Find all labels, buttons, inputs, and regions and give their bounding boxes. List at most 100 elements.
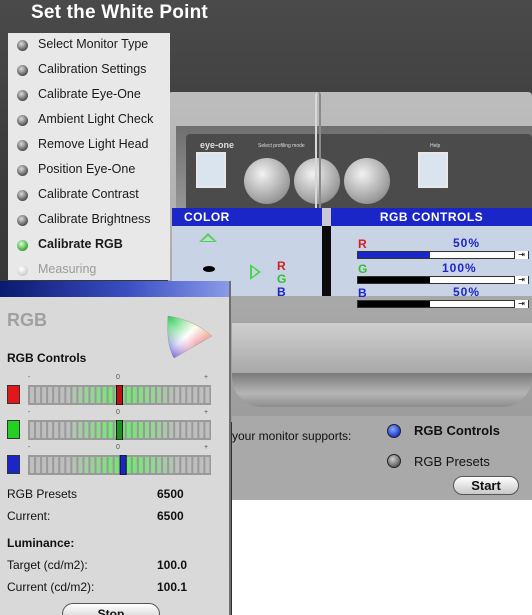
slider-segment [84,457,89,473]
slider-segment [205,422,210,438]
slider-segment [108,387,113,403]
slider-segment [205,457,210,473]
step-label: Select Monitor Type [38,37,149,51]
red-swatch [7,385,20,404]
screen-help-label: Help [430,143,441,149]
scale-mark: - [28,444,31,451]
slider-segment [84,422,89,438]
slider-segment [78,422,83,438]
slider-segment [187,387,192,403]
scale-mark: + [204,374,209,381]
step-item: Calibrate Eye-One [8,83,170,108]
rgb-window-titlebar[interactable] [0,281,229,297]
step-item: Position Eye-One [8,158,170,183]
slider-segment [145,387,149,403]
eye-one-cable [315,92,321,212]
step-item: Calibrate Brightness [8,208,170,233]
slider-segment [36,457,41,473]
slider-segment [60,422,65,438]
step-item: Remove Light Head [8,133,170,158]
arrow-right-icon: ⇥ [514,251,528,259]
slider-scale: - 0 + [28,444,211,453]
slider-segment [96,457,101,473]
slider-segment [54,387,59,403]
slider-segment [42,422,47,438]
slider-segment [102,387,107,403]
screen-mode-button [244,158,290,204]
selector-prompt: your monitor supports: [232,429,352,443]
slider-segment [30,457,34,473]
current-luminance-value: 100.1 [157,580,188,594]
rgb-presets-label: RGB Presets [7,487,78,501]
step-status-icon [17,240,28,251]
green-slider-thumb [116,420,123,440]
scale-mark: - [28,374,31,381]
rgb-control-label-b: B [358,286,367,300]
step-item: Calibrate RGB [8,233,170,258]
rgb-presets-radio[interactable] [387,454,401,468]
slider-segment [54,457,59,473]
step-item: Calibration Settings [8,58,170,83]
slider-segment [60,387,65,403]
slider-segment [132,422,137,438]
slider-segment [84,387,89,403]
slider-segment [151,387,155,403]
rgb-controls-radio-label[interactable]: RGB Controls [414,423,500,438]
stop-button[interactable]: Stop [62,603,160,615]
page-title: Set the White Point [31,2,208,23]
color-letter-r: R [277,259,286,273]
slider-segment [30,387,34,403]
rgb-window: RGB RGB Controls - 0 + - 0 + - 0 + RGB Presets 6… [0,281,231,615]
slider-segment [163,387,168,403]
rgb-controls-subtitle: RGB Controls [7,351,87,365]
rgb-control-fill-r [358,252,431,258]
slider-segment [169,387,174,403]
green-slider[interactable] [28,420,211,440]
step-item: Calibrate Contrast [8,183,170,208]
rgb-controls-radio[interactable] [387,424,401,438]
slider-segment [138,422,143,438]
red-slider-thumb [116,385,123,405]
red-slider[interactable] [28,385,211,405]
step-label: Ambient Light Check [38,112,154,126]
slider-segment [199,387,204,403]
current-value: 6500 [157,509,184,523]
luminance-heading: Luminance: [7,536,75,550]
rgb-control-bar-b: ⇥ [357,300,529,308]
slider-segment [151,422,155,438]
rgb-control-bar-r: ⇥ [357,251,529,259]
target-value: 100.0 [157,558,188,572]
slider-segment [126,387,131,403]
slider-segment [193,457,198,473]
blue-slider-thumb [119,455,127,475]
slider-segment [175,457,180,473]
arrow-right-icon: ⇥ [514,300,528,308]
blue-slider[interactable] [28,455,211,475]
slider-scale: - 0 + [28,409,211,418]
color-target-dot [203,266,215,272]
green-swatch [7,420,20,439]
rgb-control-bar-g: ⇥ [357,276,529,284]
slider-segment [54,422,59,438]
triangle-right-icon [250,264,261,280]
screen-monitor-icon [196,152,226,188]
slider-segment [66,422,71,438]
slider-segment [30,422,34,438]
slider-segment [36,387,41,403]
step-label: Calibrate RGB [38,237,123,251]
slider-segment [72,387,77,403]
slider-segment [138,457,143,473]
scale-mark: 0 [116,374,120,381]
slider-segment [96,387,101,403]
start-button[interactable]: Start [453,476,519,495]
slider-segment [193,422,198,438]
scale-mark: + [204,409,209,416]
slider-segment [60,457,65,473]
slider-segment [163,457,168,473]
screen-mode-button [344,158,390,204]
step-status-icon [17,115,28,126]
rgb-presets-radio-label[interactable]: RGB Presets [414,454,490,469]
slider-segment [163,422,168,438]
scale-mark: 0 [116,444,120,451]
color-gamut-icon [167,315,213,359]
